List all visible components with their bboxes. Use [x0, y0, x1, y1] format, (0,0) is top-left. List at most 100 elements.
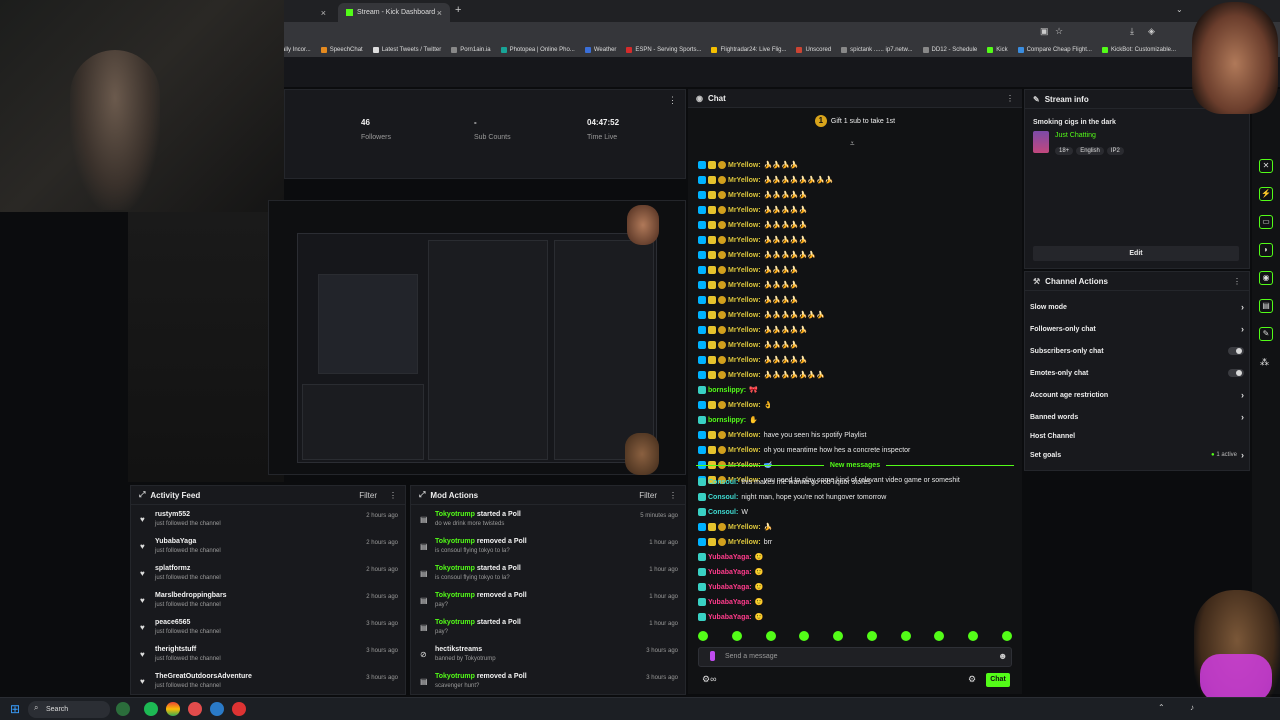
taskbar-search[interactable]: Search [28, 701, 110, 718]
chat-username[interactable]: YubabaYaga: [708, 569, 752, 576]
volume-icon[interactable]: ♪ [1190, 703, 1194, 712]
subscribers-only-toggle[interactable] [1228, 347, 1244, 355]
chat-username[interactable]: MrYellow: [728, 177, 761, 184]
bookmark-item[interactable]: Latest Tweets / Twitter [372, 46, 441, 53]
chat-message[interactable]: YubabaYaga: 🙂 [698, 595, 763, 609]
emoji-icon[interactable]: ☻ [998, 651, 1007, 661]
bookmark-item[interactable]: Photopea | Online Pho... [500, 46, 575, 53]
chat-username[interactable]: bornslippy: [708, 387, 746, 394]
chat-send-button[interactable]: Chat [986, 673, 1010, 687]
chat-message[interactable]: MrYellow: 👌 [698, 398, 772, 412]
chat-username[interactable]: MrYellow: [728, 252, 761, 259]
windows-start-icon[interactable]: ⊞ [10, 703, 22, 715]
widget-icon[interactable] [116, 702, 130, 716]
chat-message[interactable]: MrYellow: 🍌🍌🍌🍌🍌 [698, 188, 807, 202]
chat-message[interactable]: Consoul: this makes me wanna go rob liquo… [698, 475, 871, 489]
emote-icon[interactable] [934, 631, 945, 641]
chat-message[interactable]: Consoul: night man, hope you're not hungo… [698, 490, 886, 504]
bookmark-item[interactable]: Porn1ain.ia [451, 46, 491, 53]
chat-message[interactable]: Consoul: W [698, 505, 748, 519]
chat-username[interactable]: Consoul: [708, 494, 738, 501]
edit-stream-info-button[interactable]: Edit [1033, 246, 1239, 261]
chat-message[interactable]: MrYellow: 🍌🍌🍌🍌🍌 [698, 233, 807, 247]
bookmark-item[interactable]: DD12 - Schedule [922, 46, 977, 53]
chat-message[interactable]: YubabaYaga: 🙂 [698, 565, 763, 579]
chat-settings-icon[interactable]: ⚙ [968, 674, 976, 685]
chat-message[interactable]: MrYellow: 🍌🍌🍌🍌 [698, 293, 799, 307]
gift-sub-banner[interactable]: 1 Gift 1 sub to take 1st [688, 115, 1022, 127]
chat-message[interactable]: MrYellow: brr [698, 535, 772, 549]
more-options-icon[interactable]: ⋮ [1006, 94, 1014, 103]
more-options-icon[interactable]: ⋮ [668, 95, 677, 106]
chat-username[interactable]: MrYellow: [728, 192, 761, 199]
chat-message[interactable]: bornslippy: ✋ [698, 413, 758, 427]
chat-icon[interactable]: ◗ [1259, 243, 1273, 257]
browser-tab-active[interactable]: Stream - Kick Dashboard × [338, 3, 450, 22]
chat-message[interactable]: MrYellow: oh you meantime how hes a concr… [698, 443, 910, 457]
chat-message[interactable]: MrYellow: 🍌🍌🍌🍌 [698, 338, 799, 352]
pinned-chevron-icon[interactable]: ⩡ [850, 139, 855, 149]
chat-username[interactable]: bornslippy: [708, 417, 746, 424]
chat-message[interactable]: MrYellow: 🍌🍌🍌🍌 [698, 278, 799, 292]
puzzle-icon[interactable]: ⁂ [1260, 357, 1269, 368]
chat-message[interactable]: MrYellow: 🍌🍌🍌🍌🍌🍌🍌 [698, 368, 825, 382]
layers-icon[interactable]: ▤ [1259, 299, 1273, 313]
chat-username[interactable]: MrYellow: [728, 207, 761, 214]
more-options-icon[interactable]: ⋮ [389, 491, 397, 500]
chat-username[interactable]: MrYellow: [728, 539, 761, 546]
emote-icon[interactable] [698, 631, 708, 641]
chat-username[interactable]: MrYellow: [728, 447, 761, 454]
emote-icon[interactable] [765, 631, 776, 641]
chat-username[interactable]: MrYellow: [728, 222, 761, 229]
app-icon[interactable] [188, 702, 202, 716]
chat-message[interactable]: YubabaYaga: 🙂 [698, 550, 763, 564]
stream-category[interactable]: Just Chatting [1055, 132, 1096, 139]
emote-icon[interactable] [866, 631, 877, 641]
steam-icon[interactable] [210, 702, 224, 716]
chat-message[interactable]: MrYellow: 🍌🍌🍌🍌🍌🍌🍌 [698, 308, 825, 322]
chat-tools-icon[interactable]: ⚙∞ [702, 674, 716, 685]
emote-picker-icon[interactable] [710, 651, 715, 661]
followers-only-row[interactable]: Followers-only chat › [1030, 319, 1244, 339]
browser-tab-inactive[interactable]: × [288, 3, 334, 22]
chat-message[interactable]: MrYellow: 🍌🍌🍌🍌🍌 [698, 353, 807, 367]
chat-username[interactable]: MrYellow: [728, 297, 761, 304]
chat-message[interactable]: YubabaYaga: 🙂 [698, 580, 763, 594]
chat-message[interactable]: MrYellow: 🍌🍌🍌🍌 [698, 263, 799, 277]
more-options-icon[interactable]: ⋮ [1233, 277, 1241, 286]
chat-username[interactable]: Consoul: [708, 479, 738, 486]
chat-message[interactable]: MrYellow: 🍌🍌🍌🍌🍌🍌🍌🍌 [698, 173, 833, 187]
chat-message[interactable]: bornslippy: 🎀 [698, 383, 758, 397]
close-tab-icon[interactable]: × [321, 8, 326, 18]
bookmark-item[interactable]: Compare Cheap Flight... [1017, 46, 1092, 53]
new-messages-divider[interactable]: New messages [696, 462, 1014, 475]
account-age-row[interactable]: Account age restriction › [1030, 385, 1244, 405]
emote-icon[interactable] [900, 631, 911, 641]
chat-username[interactable]: MrYellow: [728, 432, 761, 439]
bookmark-item[interactable]: Flightradar24: Live Flig... [711, 46, 786, 53]
stream-preview[interactable] [268, 200, 686, 475]
tab-search-chevron-icon[interactable]: ⌄ [1176, 5, 1183, 14]
cast-icon[interactable]: ▣ [1040, 26, 1049, 37]
bookmark-star-icon[interactable]: ☆ [1055, 26, 1063, 37]
chat-message[interactable]: MrYellow: 🍌🍌🍌🍌🍌 [698, 203, 807, 217]
chat-message[interactable]: MrYellow: 🍌🍌🍌🍌🍌🍌 [698, 248, 816, 262]
new-tab-icon[interactable]: + [455, 4, 461, 16]
host-channel-row[interactable]: Host Channel [1030, 426, 1244, 446]
emote-icon[interactable] [1001, 631, 1012, 641]
obs-icon[interactable] [232, 702, 246, 716]
chat-username[interactable]: Consoul: [708, 509, 738, 516]
bookmark-item[interactable]: spictank ...... ip7.netw... [841, 46, 913, 53]
lightning-icon[interactable]: ⚡ [1259, 187, 1273, 201]
bookmark-item[interactable]: ESPN - Serving Sports... [626, 46, 701, 53]
emote-icon[interactable] [799, 631, 810, 641]
chat-username[interactable]: MrYellow: [728, 282, 761, 289]
chat-username[interactable]: MrYellow: [728, 342, 761, 349]
chat-username[interactable]: MrYellow: [728, 267, 761, 274]
chat-message[interactable]: MrYellow: have you seen his spotify Playl… [698, 428, 866, 442]
expand-icon[interactable]: ⤢ [419, 490, 425, 500]
broadcast-icon[interactable]: ◉ [1259, 271, 1273, 285]
close-tab-icon[interactable]: × [437, 8, 442, 18]
wrench-icon[interactable]: ✎ [1259, 327, 1273, 341]
bookmark-item[interactable]: Unscored [796, 46, 831, 53]
